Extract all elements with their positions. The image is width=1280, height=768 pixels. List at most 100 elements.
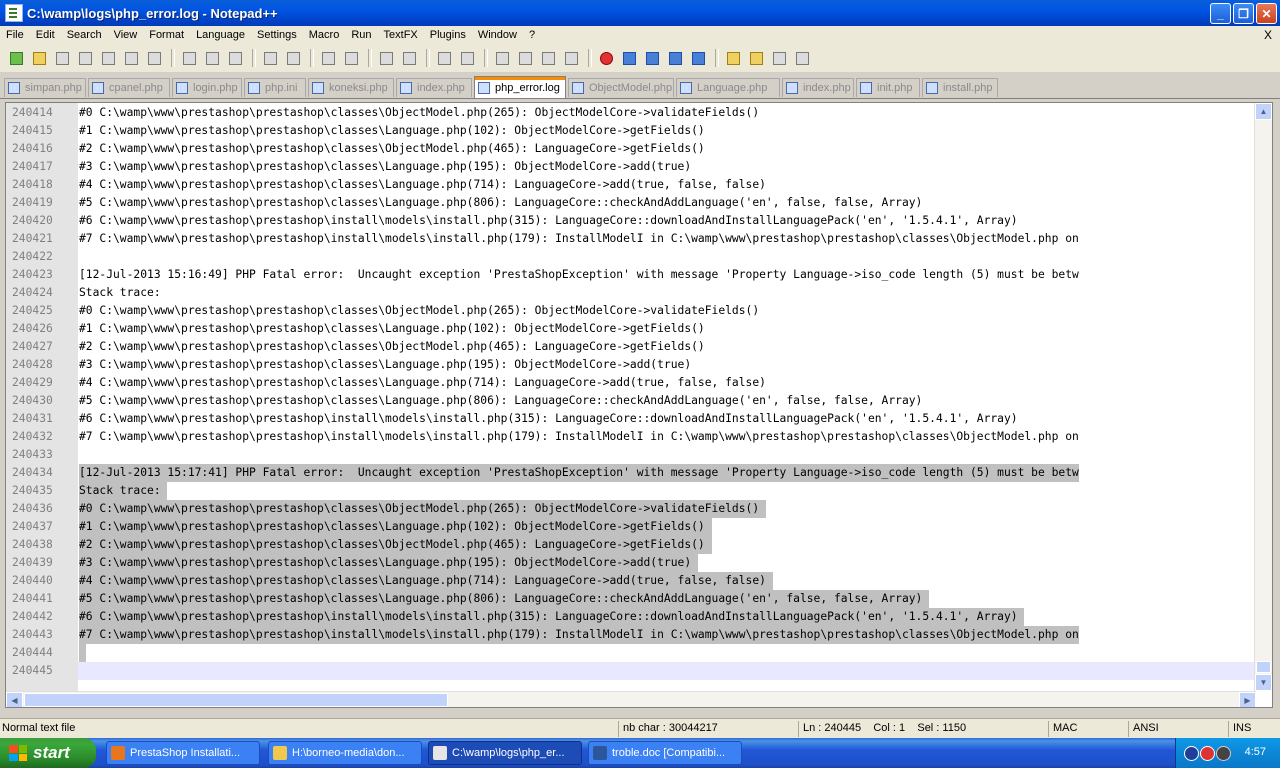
editor-line[interactable]: 240434 [12-Jul-2013 15:17:41] PHP Fatal e…: [6, 464, 1256, 482]
print-icon[interactable]: [144, 48, 164, 68]
line-text[interactable]: #6 C:\wamp\www\prestashop\prestashop\ins…: [79, 212, 1018, 230]
zoom-out-icon[interactable]: [399, 48, 419, 68]
line-text[interactable]: Stack trace:: [79, 284, 161, 302]
record-macro-icon[interactable]: [596, 48, 616, 68]
indent-guide-icon[interactable]: [538, 48, 558, 68]
clock[interactable]: 4:57: [1245, 746, 1266, 758]
editor-line[interactable]: 240419 #5 C:\wamp\www\prestashop\prestash…: [6, 194, 1256, 212]
line-text[interactable]: [79, 644, 86, 662]
close-button[interactable]: ✕: [1256, 3, 1277, 24]
editor-line[interactable]: 240422: [6, 248, 1256, 266]
editor-line[interactable]: 240424 Stack trace:: [6, 284, 1256, 302]
line-text[interactable]: #3 C:\wamp\www\prestashop\prestashop\cla…: [79, 554, 698, 572]
minimize-button[interactable]: _: [1210, 3, 1231, 24]
taskbar-button[interactable]: H:\borneo-media\don...: [268, 741, 422, 765]
line-text[interactable]: #5 C:\wamp\www\prestashop\prestashop\cla…: [79, 392, 922, 410]
taskbar-button[interactable]: troble.doc [Compatibi...: [588, 741, 742, 765]
tab-php-ini[interactable]: php.ini: [244, 78, 306, 97]
line-text[interactable]: #0 C:\wamp\www\prestashop\prestashop\cla…: [79, 104, 759, 122]
line-text[interactable]: [12-Jul-2013 15:16:49] PHP Fatal error: …: [79, 266, 1079, 284]
menu-item-run[interactable]: Run: [345, 29, 377, 41]
zoom-in-icon[interactable]: [376, 48, 396, 68]
editor-line[interactable]: 240417 #3 C:\wamp\www\prestashop\prestash…: [6, 158, 1256, 176]
line-text[interactable]: #4 C:\wamp\www\prestashop\prestashop\cla…: [79, 572, 773, 590]
line-text[interactable]: #2 C:\wamp\www\prestashop\prestashop\cla…: [79, 536, 712, 554]
editor-line[interactable]: 240435 Stack trace:: [6, 482, 1256, 500]
network-icon[interactable]: [1216, 746, 1231, 761]
menu-item-settings[interactable]: Settings: [251, 29, 303, 41]
undo-icon[interactable]: [260, 48, 280, 68]
line-text[interactable]: #7 C:\wamp\www\prestashop\prestashop\ins…: [79, 428, 1079, 446]
tab-index-php[interactable]: index.php: [396, 78, 472, 97]
editor-line[interactable]: 240438 #2 C:\wamp\www\prestashop\prestash…: [6, 536, 1256, 554]
save-icon[interactable]: [52, 48, 72, 68]
editor-line[interactable]: 240443 #7 C:\wamp\www\prestashop\prestash…: [6, 626, 1256, 644]
editor-line[interactable]: 240428 #3 C:\wamp\www\prestashop\prestash…: [6, 356, 1256, 374]
editor-line[interactable]: 240430 #5 C:\wamp\www\prestashop\prestash…: [6, 392, 1256, 410]
tab-koneksi-php[interactable]: koneksi.php: [308, 78, 394, 97]
line-text[interactable]: #0 C:\wamp\www\prestashop\prestashop\cla…: [79, 500, 766, 518]
tab-index-php[interactable]: index.php: [782, 78, 854, 97]
editor-line[interactable]: 240429 #4 C:\wamp\www\prestashop\prestash…: [6, 374, 1256, 392]
editor-line[interactable]: 240432 #7 C:\wamp\www\prestashop\prestash…: [6, 428, 1256, 446]
terminal-icon[interactable]: [769, 48, 789, 68]
menu-item-help[interactable]: ?: [523, 29, 541, 41]
line-text[interactable]: #0 C:\wamp\www\prestashop\prestashop\cla…: [79, 302, 759, 320]
editor-line[interactable]: 240427 #2 C:\wamp\www\prestashop\prestash…: [6, 338, 1256, 356]
paste-icon[interactable]: [225, 48, 245, 68]
vertical-scroll-thumb[interactable]: [1256, 661, 1271, 673]
line-text[interactable]: #6 C:\wamp\www\prestashop\prestashop\ins…: [79, 608, 1025, 626]
close-icon[interactable]: [98, 48, 118, 68]
editor-lines[interactable]: 240414 #0 C:\wamp\www\prestashop\prestash…: [6, 104, 1256, 680]
tab-cpanel-php[interactable]: cpanel.php: [88, 78, 170, 97]
editor-line[interactable]: 240444: [6, 644, 1256, 662]
menu-item-textfx[interactable]: TextFX: [378, 29, 424, 41]
menu-item-format[interactable]: Format: [143, 29, 190, 41]
line-text[interactable]: #3 C:\wamp\www\prestashop\prestashop\cla…: [79, 158, 691, 176]
close-all-icon[interactable]: [121, 48, 141, 68]
editor-line[interactable]: 240440 #4 C:\wamp\www\prestashop\prestash…: [6, 572, 1256, 590]
tab-login-php[interactable]: login.php: [172, 78, 242, 97]
find-icon[interactable]: [318, 48, 338, 68]
text-editor[interactable]: 240414 #0 C:\wamp\www\prestashop\prestash…: [5, 102, 1273, 708]
editor-line[interactable]: 240416 #2 C:\wamp\www\prestashop\prestash…: [6, 140, 1256, 158]
line-text[interactable]: #7 C:\wamp\www\prestashop\prestashop\ins…: [79, 230, 1079, 248]
save-macro-icon[interactable]: [688, 48, 708, 68]
editor-line[interactable]: 240442 #6 C:\wamp\www\prestashop\prestash…: [6, 608, 1256, 626]
menu-item-file[interactable]: File: [0, 29, 30, 41]
menu-item-plugins[interactable]: Plugins: [424, 29, 472, 41]
menu-item-window[interactable]: Window: [472, 29, 523, 41]
horizontal-scrollbar[interactable]: ◀ ▶: [6, 691, 1256, 707]
editor-line[interactable]: 240423 [12-Jul-2013 15:16:49] PHP Fatal e…: [6, 266, 1256, 284]
line-text[interactable]: #7 C:\wamp\www\prestashop\prestashop\ins…: [79, 626, 1079, 644]
tab-simpan-php[interactable]: simpan.php: [4, 78, 86, 97]
save-all-icon[interactable]: [75, 48, 95, 68]
line-text[interactable]: #1 C:\wamp\www\prestashop\prestashop\cla…: [79, 518, 712, 536]
taskbar-button[interactable]: C:\wamp\logs\php_er...: [428, 741, 582, 765]
editor-line[interactable]: 240445: [6, 662, 1256, 680]
user-language-icon[interactable]: [561, 48, 581, 68]
line-text[interactable]: Stack trace:: [79, 482, 168, 500]
taskbar-button[interactable]: PrestaShop Installati...: [106, 741, 260, 765]
title-bar[interactable]: C:\wamp\logs\php_error.log - Notepad++ _…: [0, 0, 1280, 26]
spellcheck-icon[interactable]: [792, 48, 812, 68]
line-text[interactable]: #3 C:\wamp\www\prestashop\prestashop\cla…: [79, 356, 691, 374]
antivirus-icon[interactable]: [1200, 746, 1215, 761]
line-text[interactable]: #2 C:\wamp\www\prestashop\prestashop\cla…: [79, 140, 705, 158]
editor-line[interactable]: 240437 #1 C:\wamp\www\prestashop\prestash…: [6, 518, 1256, 536]
stop-record-icon[interactable]: [619, 48, 639, 68]
menu-item-edit[interactable]: Edit: [30, 29, 61, 41]
show-all-chars-icon[interactable]: [515, 48, 535, 68]
editor-line[interactable]: 240421 #7 C:\wamp\www\prestashop\prestash…: [6, 230, 1256, 248]
scroll-up-icon[interactable]: ▲: [1255, 103, 1272, 120]
sync-vertical-icon[interactable]: [434, 48, 454, 68]
line-text[interactable]: [12-Jul-2013 15:17:41] PHP Fatal error: …: [79, 464, 1079, 482]
editor-line[interactable]: 240426 #1 C:\wamp\www\prestashop\prestash…: [6, 320, 1256, 338]
word-wrap-icon[interactable]: [492, 48, 512, 68]
horizontal-scroll-thumb[interactable]: [24, 693, 448, 707]
cut-icon[interactable]: [179, 48, 199, 68]
editor-line[interactable]: 240415 #1 C:\wamp\www\prestashop\prestash…: [6, 122, 1256, 140]
line-text[interactable]: #4 C:\wamp\www\prestashop\prestashop\cla…: [79, 176, 766, 194]
open-folder-icon[interactable]: [746, 48, 766, 68]
editor-line[interactable]: 240433: [6, 446, 1256, 464]
